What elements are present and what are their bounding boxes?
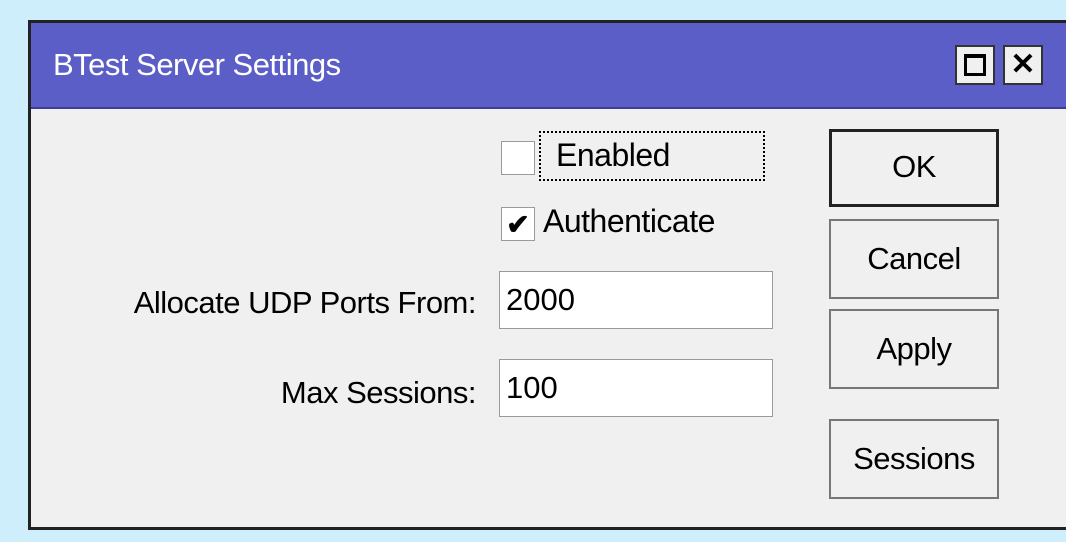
close-icon: ✕ xyxy=(1010,48,1036,81)
btest-server-settings-dialog: BTest Server Settings ✕ Enabled ✔ Authen… xyxy=(28,20,1066,530)
authenticate-checkbox[interactable]: ✔ xyxy=(501,207,535,241)
enabled-checkbox[interactable] xyxy=(501,141,535,175)
apply-button[interactable]: Apply xyxy=(829,309,999,389)
close-button[interactable]: ✕ xyxy=(1003,45,1043,85)
checkmark-icon: ✔ xyxy=(506,209,530,240)
udp-ports-label: Allocate UDP Ports From: xyxy=(133,285,477,320)
title-bar: BTest Server Settings ✕ xyxy=(31,23,1066,109)
sessions-button[interactable]: Sessions xyxy=(829,419,999,499)
ok-button[interactable]: OK xyxy=(829,129,999,207)
max-sessions-input[interactable] xyxy=(499,359,773,417)
maximize-button[interactable] xyxy=(955,45,995,85)
maximize-icon xyxy=(964,54,986,76)
authenticate-label[interactable]: Authenticate xyxy=(543,203,715,240)
udp-ports-input[interactable] xyxy=(499,271,773,329)
enabled-label[interactable]: Enabled xyxy=(556,137,670,174)
cancel-button[interactable]: Cancel xyxy=(829,219,999,299)
window-title: BTest Server Settings xyxy=(53,47,341,82)
max-sessions-label: Max Sessions: xyxy=(280,375,477,410)
